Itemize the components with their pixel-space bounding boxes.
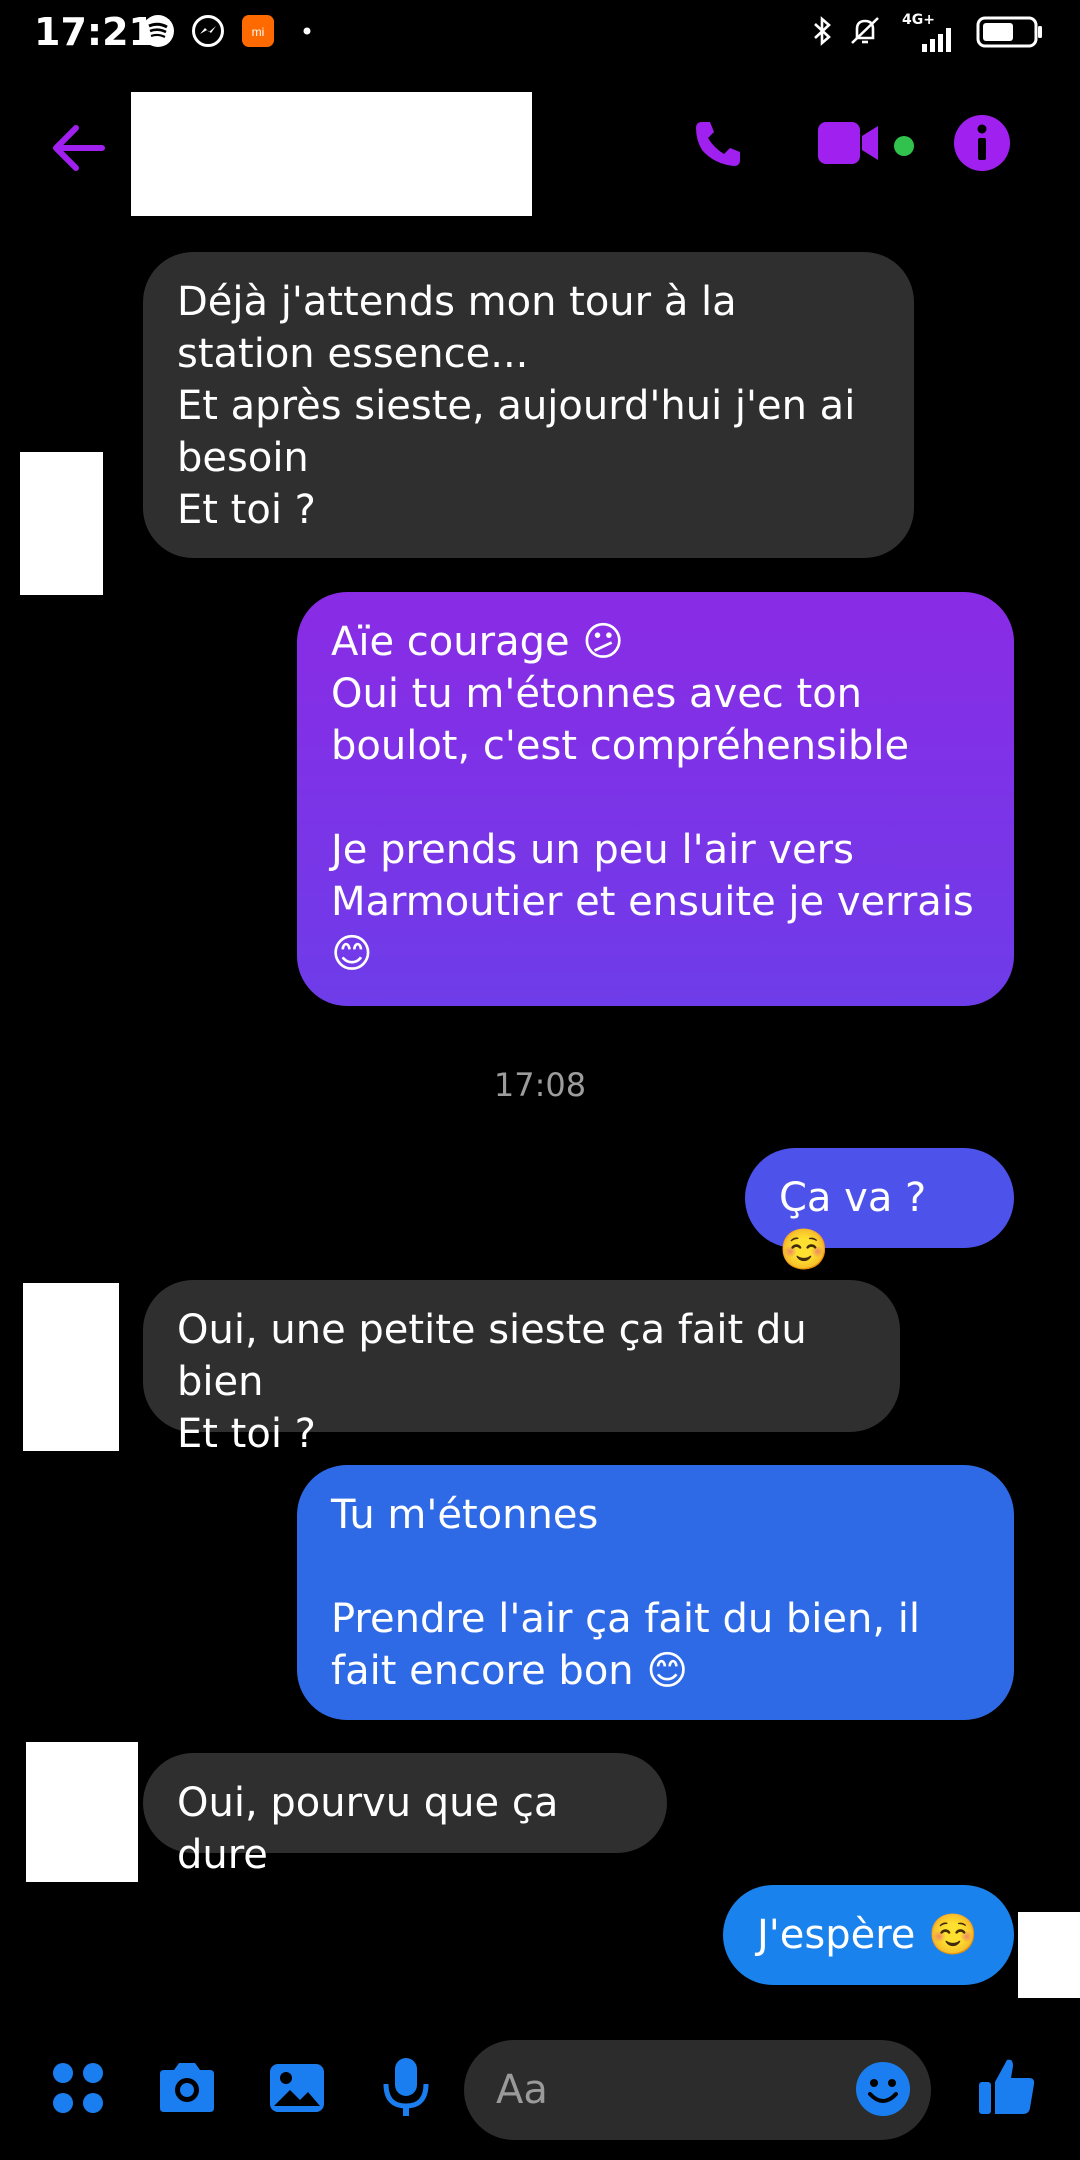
signal-icon <box>922 28 951 52</box>
contact-avatar[interactable] <box>20 452 103 595</box>
phone-icon[interactable] <box>690 116 746 172</box>
message-outgoing[interactable]: Ça va ? ☺️ <box>745 1148 1014 1273</box>
message-incoming[interactable]: Oui, une petite sieste ça fait du bien E… <box>143 1280 900 1457</box>
svg-text:mi: mi <box>252 25 265 39</box>
message-composer: Aa <box>0 2030 1080 2160</box>
message-incoming[interactable]: Déjà j'attends mon tour à la station ess… <box>143 252 914 558</box>
microphone-icon[interactable] <box>380 2056 432 2120</box>
gallery-icon[interactable] <box>268 2060 326 2116</box>
mi-icon: mi <box>242 15 274 47</box>
status-bar: 17:21 mi 4G+ <box>0 0 1080 66</box>
message-outgoing[interactable]: J'espère ☺️ <box>723 1885 1014 1985</box>
contact-avatar[interactable] <box>26 1742 138 1882</box>
notification-dot-icon <box>303 27 311 35</box>
apps-icon[interactable] <box>50 2060 106 2116</box>
status-time: 17:21 <box>34 10 155 54</box>
message-outgoing[interactable]: Aïe courage 😕 Oui tu m'étonnes avec ton … <box>297 592 1014 1006</box>
muted-alarm-icon <box>851 17 879 44</box>
emoji-icon[interactable] <box>854 2060 912 2118</box>
online-status-dot <box>894 136 914 156</box>
messenger-icon <box>192 15 224 47</box>
message-timestamp: 17:08 <box>493 1066 587 1104</box>
info-icon[interactable] <box>952 113 1012 173</box>
conversation-header <box>0 80 1080 216</box>
thumbs-up-icon[interactable] <box>977 2056 1037 2118</box>
video-camera-icon[interactable] <box>816 118 882 168</box>
message-outgoing[interactable]: Tu m'étonnes Prendre l'air ça fait du bi… <box>297 1465 1014 1720</box>
camera-icon[interactable] <box>156 2060 218 2116</box>
message-incoming[interactable]: Oui, pourvu que ça dure <box>143 1753 667 1878</box>
contact-avatar[interactable] <box>23 1283 119 1451</box>
read-receipt-avatar <box>1018 1912 1080 1998</box>
back-arrow-icon[interactable] <box>48 118 108 178</box>
bluetooth-icon <box>814 16 831 46</box>
contact-name[interactable] <box>131 92 532 216</box>
spotify-icon <box>142 15 174 47</box>
battery-icon <box>976 16 1042 48</box>
